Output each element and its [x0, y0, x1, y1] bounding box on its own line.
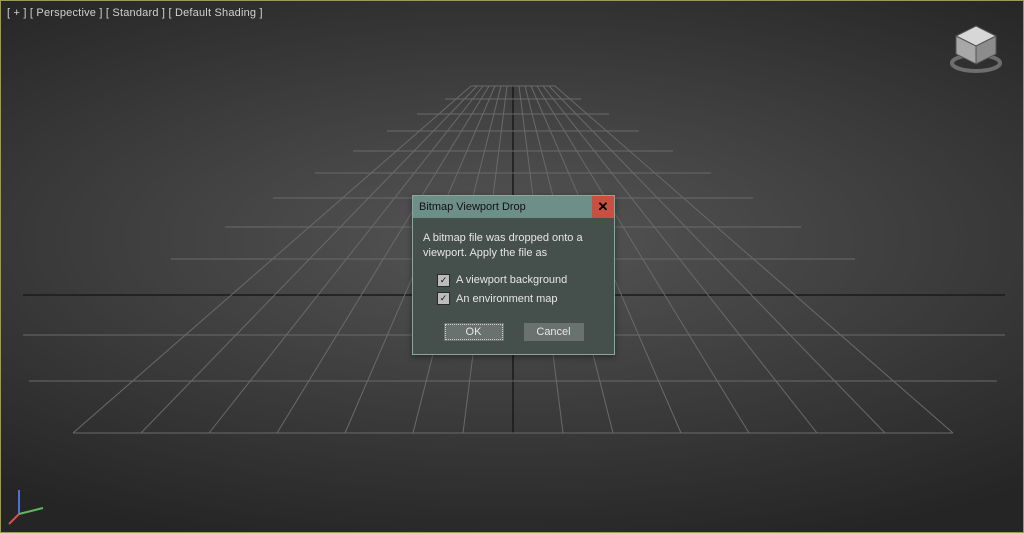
viewcube[interactable] [951, 23, 1001, 73]
bitmap-viewport-drop-dialog: Bitmap Viewport Drop ✕ A bitmap file was… [412, 195, 615, 355]
viewport-style-label[interactable]: [ Standard ] [106, 7, 165, 19]
viewport-menu-button[interactable]: [ + ] [7, 7, 27, 19]
dialog-titlebar[interactable]: Bitmap Viewport Drop ✕ [413, 196, 614, 218]
viewport-label-bar: [ + ] [ Perspective ] [ Standard ] [ Def… [7, 7, 263, 19]
option-label: A viewport background [456, 273, 567, 288]
checkbox-icon[interactable] [437, 292, 450, 305]
close-icon: ✕ [598, 199, 609, 215]
viewport-view-label[interactable]: [ Perspective ] [30, 7, 103, 19]
ok-button[interactable]: OK [443, 322, 505, 342]
dialog-title: Bitmap Viewport Drop [419, 201, 592, 213]
close-button[interactable]: ✕ [592, 196, 614, 218]
viewport[interactable]: [ + ] [ Perspective ] [ Standard ] [ Def… [0, 0, 1024, 533]
cancel-button[interactable]: Cancel [523, 322, 585, 342]
option-viewport-background[interactable]: A viewport background [423, 273, 604, 288]
option-environment-map[interactable]: An environment map [423, 292, 604, 307]
dialog-message: A bitmap file was dropped onto a viewpor… [423, 231, 604, 261]
viewport-shading-label[interactable]: [ Default Shading ] [168, 7, 262, 19]
option-label: An environment map [456, 292, 558, 307]
axis-gizmo [9, 484, 49, 524]
checkbox-icon[interactable] [437, 274, 450, 287]
